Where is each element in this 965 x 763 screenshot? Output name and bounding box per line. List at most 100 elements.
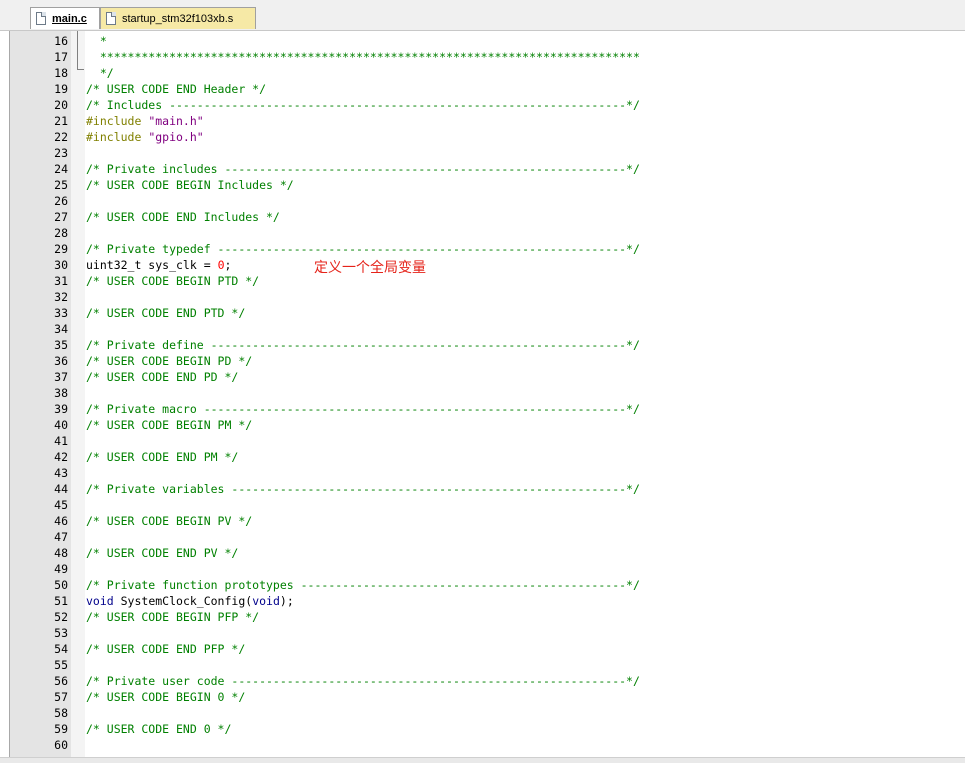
line-number: 28 [54,226,68,240]
code-text: /* USER CODE END PV */ [86,545,238,561]
code-line[interactable]: 51 void SystemClock_Config(void); [0,593,965,609]
code-token: /* USER CODE BEGIN 0 */ [86,690,246,704]
code-token: void [252,594,280,608]
code-line[interactable]: 40 /* USER CODE BEGIN PM */ [0,417,965,433]
code-line[interactable]: 52 /* USER CODE BEGIN PFP */ [0,609,965,625]
code-line[interactable]: 59 /* USER CODE END 0 */ [0,721,965,737]
line-number: 45 [54,498,68,512]
code-token: /* Includes ----------------------------… [86,98,640,112]
code-line[interactable]: 17 *************************************… [0,49,965,65]
code-line[interactable]: 45 [0,497,965,513]
code-line[interactable]: 36 /* USER CODE BEGIN PD */ [0,353,965,369]
code-line[interactable]: 20 /* Includes --------------------------… [0,97,965,113]
code-text: /* USER CODE END PTD */ [86,305,245,321]
line-number: 23 [54,146,68,160]
code-line[interactable]: 23 [0,145,965,161]
line-number: 50 [54,578,68,592]
tab-label: main.c [52,13,87,25]
code-line[interactable]: 26 [0,193,965,209]
tab-bar: main.c startup_stm32f103xb.s [0,0,965,31]
line-number: 16 [54,34,68,48]
line-number: 37 [54,370,68,384]
code-line[interactable]: 31 /* USER CODE BEGIN PTD */ [0,273,965,289]
code-text: * [86,33,107,49]
code-text: /* USER CODE BEGIN Includes */ [86,177,294,193]
code-token: /* USER CODE END PV */ [86,546,239,560]
code-line[interactable]: 25 /* USER CODE BEGIN Includes */ [0,177,965,193]
code-text: /* USER CODE BEGIN PFP */ [86,609,259,625]
line-number: 27 [54,210,68,224]
code-line[interactable]: 29 /* Private typedef -------------------… [0,241,965,257]
line-number: 18 [54,66,68,80]
code-token: /* USER CODE BEGIN PFP */ [86,610,260,624]
code-line[interactable]: 46 /* USER CODE BEGIN PV */ [0,513,965,529]
line-number: 22 [54,130,68,144]
code-token: void [86,594,114,608]
code-line[interactable]: 39 /* Private macro ---------------------… [0,401,965,417]
code-line[interactable]: 27 /* USER CODE END Includes */ [0,209,965,225]
line-number: 41 [54,434,68,448]
code-line[interactable]: 41 [0,433,965,449]
horizontal-scrollbar[interactable] [0,757,965,763]
code-token: SystemClock_Config( [113,594,253,608]
code-line[interactable]: 44 /* Private variables -----------------… [0,481,965,497]
code-token: 0 [217,258,225,272]
code-lines: 16 * 17 *********************************… [0,33,965,753]
code-line[interactable]: 57 /* USER CODE BEGIN 0 */ [0,689,965,705]
code-token: "gpio.h" [148,130,204,144]
line-number: 47 [54,530,68,544]
code-line[interactable]: 33 /* USER CODE END PTD */ [0,305,965,321]
code-token: /* USER CODE END PD */ [86,370,239,384]
code-text: /* Includes ----------------------------… [86,97,640,113]
code-line[interactable]: 30 uint32_t sys_clk = 0; [0,257,965,273]
file-icon [106,12,116,25]
code-line[interactable]: 49 [0,561,965,577]
code-line[interactable]: 19 /* USER CODE END Header */ [0,81,965,97]
code-token: #include [86,114,149,128]
line-number: 52 [54,610,68,624]
code-line[interactable]: 21 #include "main.h" [0,113,965,129]
code-token: /* Private typedef ---------------------… [86,242,640,256]
code-text: #include "gpio.h" [86,129,204,145]
code-editor[interactable]: 16 * 17 *********************************… [0,31,965,757]
code-text: ****************************************… [86,49,640,65]
tab-main-c[interactable]: main.c [30,7,100,29]
code-line[interactable]: 58 [0,705,965,721]
code-token: * [86,34,107,48]
code-line[interactable]: 48 /* USER CODE END PV */ [0,545,965,561]
code-line[interactable]: 28 [0,225,965,241]
annotation-note: 定义一个全局变量 [314,260,426,276]
line-number: 33 [54,306,68,320]
line-number: 38 [54,386,68,400]
file-icon [36,12,46,25]
code-line[interactable]: 55 [0,657,965,673]
code-line[interactable]: 18 */ [0,65,965,81]
code-line[interactable]: 16 * [0,33,965,49]
code-line[interactable]: 53 [0,625,965,641]
code-line[interactable]: 38 [0,385,965,401]
code-line[interactable]: 47 [0,529,965,545]
line-number: 32 [54,290,68,304]
code-line[interactable]: 32 [0,289,965,305]
code-line[interactable]: 37 /* USER CODE END PD */ [0,369,965,385]
code-text: /* USER CODE END 0 */ [86,721,231,737]
code-line[interactable]: 54 /* USER CODE END PFP */ [0,641,965,657]
line-number: 59 [54,722,68,736]
code-token: /* USER CODE END Header */ [86,82,267,96]
code-line[interactable]: 43 [0,465,965,481]
code-line[interactable]: 35 /* Private define --------------------… [0,337,965,353]
code-line[interactable]: 22 #include "gpio.h" [0,129,965,145]
line-number: 34 [54,322,68,336]
code-text: /* USER CODE END Includes */ [86,209,280,225]
code-line[interactable]: 50 /* Private function prototypes -------… [0,577,965,593]
code-line[interactable]: 60 [0,737,965,753]
code-line[interactable]: 34 [0,321,965,337]
line-number: 24 [54,162,68,176]
line-number: 30 [54,258,68,272]
code-line[interactable]: 24 /* Private includes ------------------… [0,161,965,177]
code-token: #include [86,130,149,144]
code-line[interactable]: 56 /* Private user code -----------------… [0,673,965,689]
code-token: /* USER CODE END Includes */ [86,210,280,224]
code-line[interactable]: 42 /* USER CODE END PM */ [0,449,965,465]
tab-startup-file[interactable]: startup_stm32f103xb.s [100,7,256,29]
